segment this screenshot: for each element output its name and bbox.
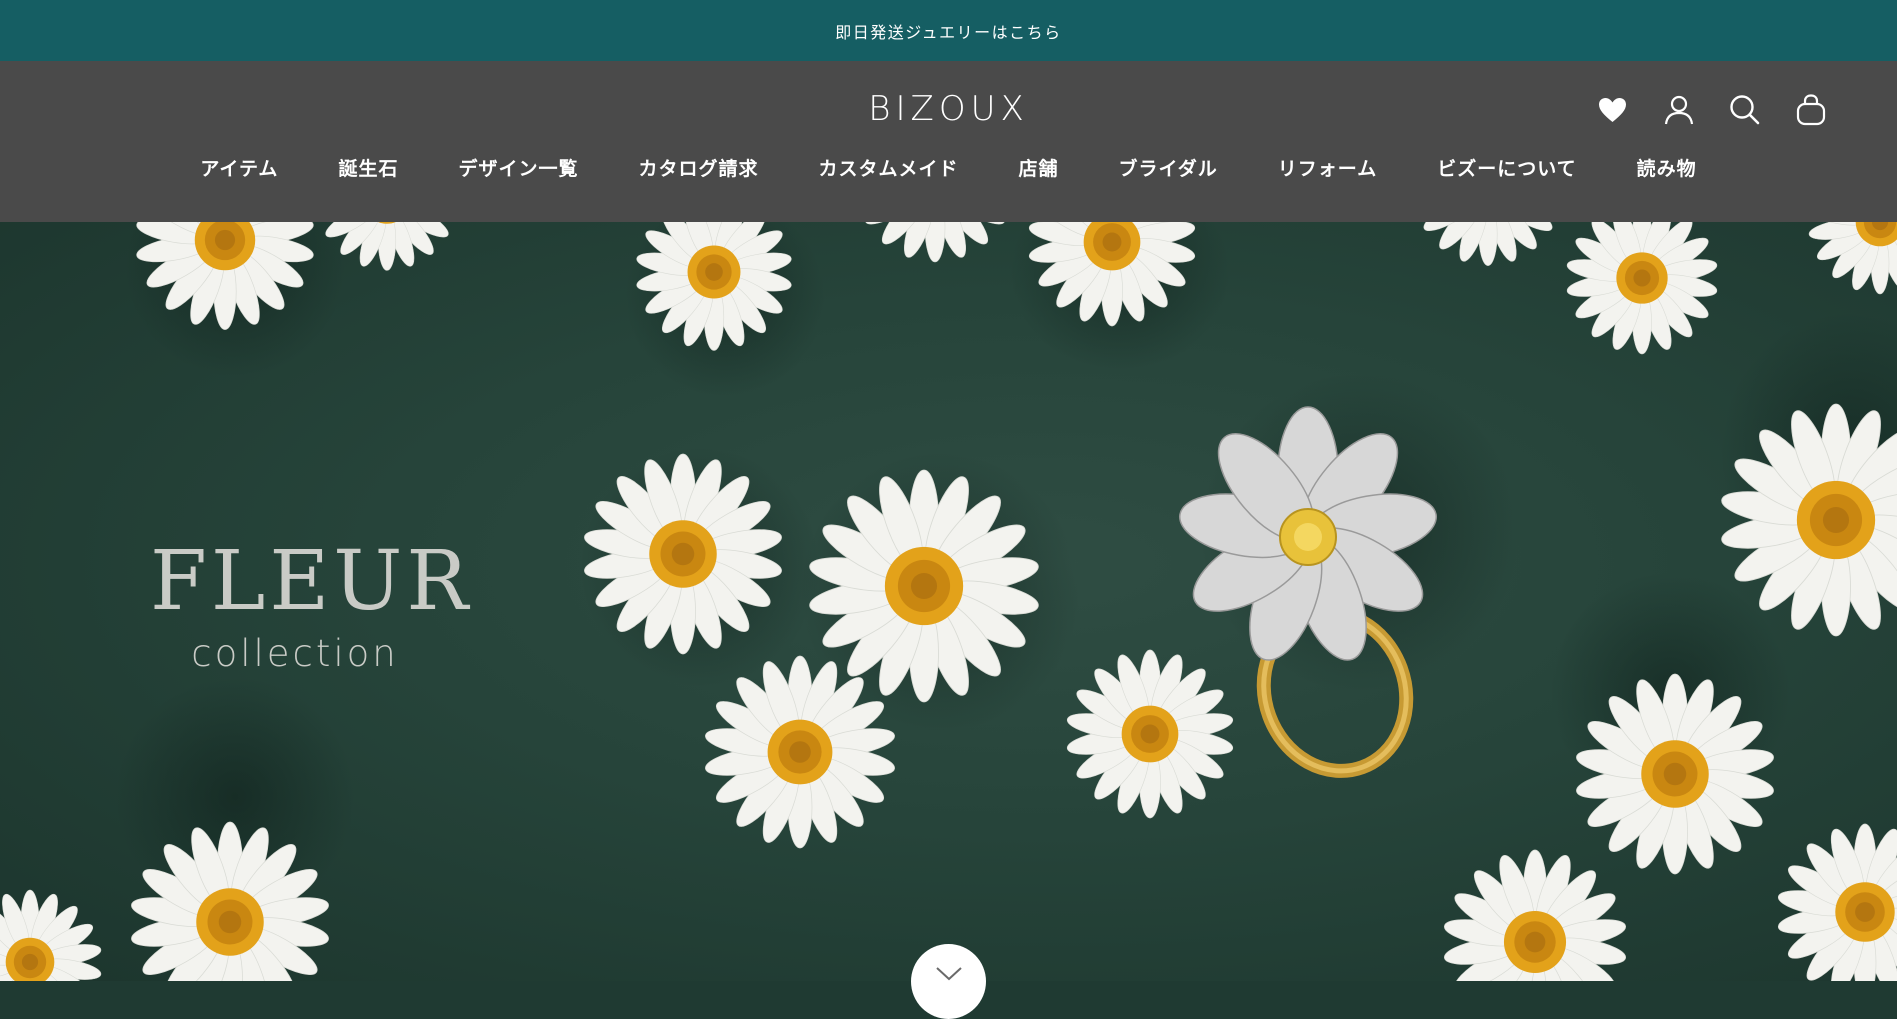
search-icon[interactable] [1728,93,1761,126]
nav-item-items[interactable]: アイテム [170,157,308,181]
bag-icon[interactable] [1794,93,1827,126]
nav-item-reform[interactable]: リフォーム [1248,157,1407,181]
nav-item-catalog[interactable]: カタログ請求 [608,157,788,181]
main-nav: アイテム 誕生石 デザイン一覧 カタログ請求 カスタムメイド 店舗 ブライダル … [0,157,1897,181]
announcement-bar-link[interactable]: 即日発送ジュエリーはこちら [0,0,1897,61]
nav-item-custom-made[interactable]: カスタムメイド [788,157,988,181]
nav-item-reading[interactable]: 読み物 [1607,157,1727,181]
site-header: BIZOUX アイテム 誕生石 デザイン一覧 カタログ請求 カスタムメイド 店舗… [0,61,1897,222]
header-icons [1596,93,1827,126]
nav-item-bridal[interactable]: ブライダル [1089,157,1248,181]
heart-icon[interactable] [1596,93,1629,126]
hero-subtitle: collection [191,632,399,675]
announcement-text: 即日発送ジュエリーはこちら [835,22,1062,42]
nav-item-about[interactable]: ビズーについて [1407,157,1606,181]
nav-item-birthstone[interactable]: 誕生石 [308,157,428,181]
hero-title: FLEUR [150,534,473,629]
hero-banner[interactable]: FLEUR collection [0,222,1897,981]
nav-item-stores[interactable]: 店舗 [989,157,1089,181]
nav-item-designs[interactable]: デザイン一覧 [428,157,608,181]
account-icon[interactable] [1662,93,1695,126]
chevron-down-icon [935,966,962,1019]
scroll-down-button[interactable] [911,944,986,1019]
logo-link[interactable]: BIZOUX [868,89,1029,129]
